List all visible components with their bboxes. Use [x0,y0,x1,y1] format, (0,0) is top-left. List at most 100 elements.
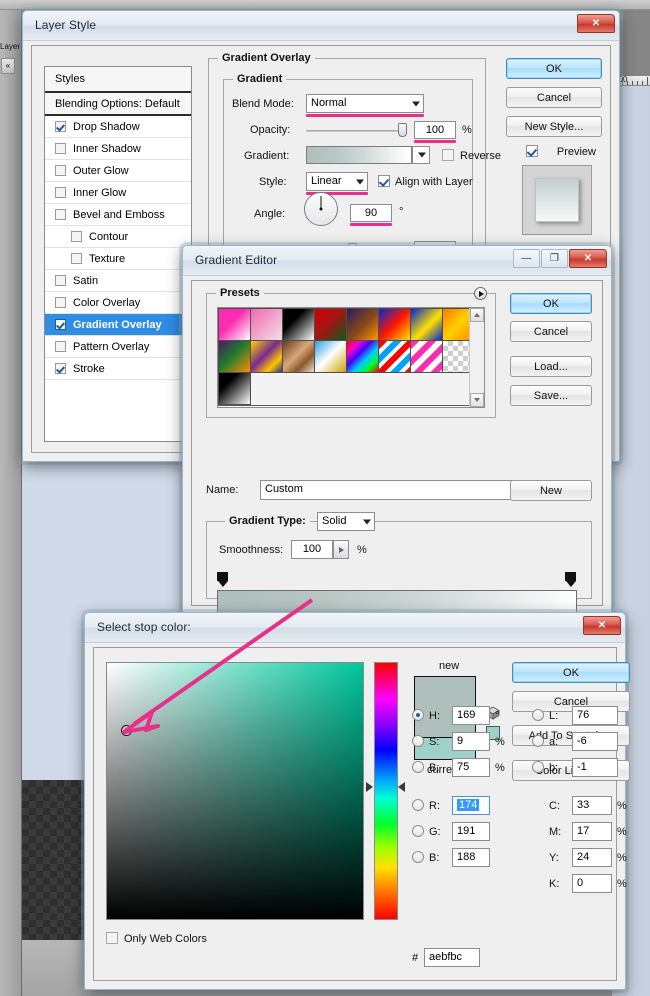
angle-input[interactable]: 90 [350,204,392,222]
close-icon[interactable]: ✕ [577,14,615,33]
gradient-preset-swatch[interactable] [282,340,315,373]
opacity-stop-left[interactable] [217,572,229,587]
styles-header[interactable]: Styles [45,67,191,93]
panel-collapse-button[interactable]: « [1,58,15,74]
play-triangle-icon[interactable] [474,287,487,300]
gradient-preset-swatch[interactable] [346,340,379,373]
field-input-k[interactable]: 0 [572,874,612,893]
presets-scrollbar[interactable] [469,308,484,407]
only-web-colors-checkbox[interactable] [106,932,118,944]
field-input-b[interactable]: -1 [572,758,618,777]
gradient-style-select[interactable]: Linear [306,172,368,191]
effect-checkbox[interactable] [55,275,66,286]
cancel-button[interactable]: Cancel [506,87,602,108]
minimize-icon[interactable]: — [513,249,540,268]
effect-row-bevel-and-emboss[interactable]: Bevel and Emboss [45,204,191,226]
color-mode-radio-a[interactable] [532,735,544,747]
align-with-layer-checkbox[interactable] [378,175,390,187]
effect-row-gradient-overlay[interactable]: Gradient Overlay [45,314,191,336]
load-button[interactable]: Load... [510,356,592,377]
presets-panel[interactable] [217,307,485,408]
gradient-preset-swatch[interactable] [218,308,251,341]
color-mode-radio-b[interactable] [412,761,424,773]
gradient-preset-swatch[interactable] [378,340,411,373]
opacity-input[interactable]: 100 [414,121,456,139]
gradient-preset-swatch[interactable] [218,340,251,373]
preview-checkbox[interactable] [526,145,538,157]
opacity-slider-track[interactable] [306,130,406,132]
field-input-m[interactable]: 17 [572,822,612,841]
gradient-preset-swatch[interactable] [250,340,283,373]
field-input-l[interactable]: 76 [572,706,618,725]
field-input-h[interactable]: 169 [452,706,490,725]
field-input-b[interactable]: 188 [452,848,490,867]
blend-mode-select[interactable]: Normal [306,94,424,113]
saturation-value-field[interactable] [106,662,364,920]
effect-checkbox[interactable] [55,363,66,374]
color-mode-radio-b[interactable] [532,761,544,773]
gradient-picker-dropdown[interactable] [412,146,430,164]
close-icon[interactable]: ✕ [583,616,621,635]
field-input-c[interactable]: 33 [572,796,612,815]
effect-checkbox[interactable] [55,341,66,352]
gradient-preset-swatch[interactable] [346,308,379,341]
opacity-stop-right[interactable] [565,572,577,587]
presets-swatch-grid[interactable] [218,308,476,406]
hex-input[interactable]: aebfbc [424,948,480,967]
gradient-preset-swatch[interactable] [314,340,347,373]
gradient-preset-swatch[interactable] [314,308,347,341]
stop-color-titlebar[interactable]: Select stop color: ✕ [85,613,625,643]
effect-row-stroke[interactable]: Stroke [45,358,191,380]
angle-dial[interactable] [304,192,338,226]
blending-options-row[interactable]: Blending Options: Default [45,93,191,116]
ok-button[interactable]: OK [512,662,630,683]
field-input-b[interactable]: 75 [452,758,490,777]
color-mode-radio-h[interactable] [412,709,424,721]
effect-checkbox[interactable] [71,253,82,264]
effect-checkbox[interactable] [71,231,82,242]
effect-row-texture[interactable]: Texture [45,248,191,270]
field-input-a[interactable]: -6 [572,732,618,751]
color-mode-radio-g[interactable] [412,825,424,837]
effect-checkbox[interactable] [55,121,66,132]
gradient-preset-swatch[interactable] [250,308,283,341]
effect-checkbox[interactable] [55,143,66,154]
gradient-preset-swatch[interactable] [282,308,315,341]
effect-checkbox[interactable] [55,187,66,198]
effect-row-outer-glow[interactable]: Outer Glow [45,160,191,182]
cancel-button[interactable]: Cancel [510,321,592,342]
effect-row-drop-shadow[interactable]: Drop Shadow [45,116,191,138]
layer-style-titlebar[interactable]: Layer Style ✕ [23,11,619,41]
gradient-preset-swatch[interactable] [218,372,251,405]
smoothness-stepper[interactable] [333,540,349,559]
effect-row-inner-glow[interactable]: Inner Glow [45,182,191,204]
save-button[interactable]: Save... [510,385,592,406]
gradient-preset-swatch[interactable] [378,308,411,341]
gradient-preset-swatch[interactable] [410,340,443,373]
gradient-preset-swatch[interactable] [410,308,443,341]
effect-checkbox[interactable] [55,209,66,220]
opacity-slider-thumb[interactable] [398,123,407,137]
hue-slider-caret-left[interactable] [366,782,373,792]
scroll-up-icon[interactable] [470,308,484,322]
ok-button[interactable]: OK [506,58,602,79]
tools-panel-strip[interactable]: Layers « [0,0,22,996]
gradient-name-input[interactable]: Custom [260,480,523,500]
effects-list[interactable]: Styles Blending Options: Default Drop Sh… [44,66,192,442]
effect-checkbox[interactable] [55,297,66,308]
color-mode-radio-b[interactable] [412,851,424,863]
close-icon[interactable]: ✕ [569,249,607,268]
field-input-s[interactable]: 9 [452,732,490,751]
maximize-icon[interactable]: ❐ [541,249,568,268]
hue-slider-caret-right[interactable] [398,782,405,792]
effect-row-inner-shadow[interactable]: Inner Shadow [45,138,191,160]
hue-slider[interactable] [374,662,398,920]
gradient-editor-titlebar[interactable]: Gradient Editor — ❐ ✕ [183,246,611,276]
ok-button[interactable]: OK [510,293,592,314]
gradient-preview-swatch[interactable] [306,146,412,164]
effect-row-satin[interactable]: Satin [45,270,191,292]
select-stop-color-dialog[interactable]: Select stop color: ✕ Only Web Colors new [84,612,626,990]
field-input-g[interactable]: 191 [452,822,490,841]
effect-row-color-overlay[interactable]: Color Overlay [45,292,191,314]
gradient-type-select[interactable]: Solid [317,512,375,531]
